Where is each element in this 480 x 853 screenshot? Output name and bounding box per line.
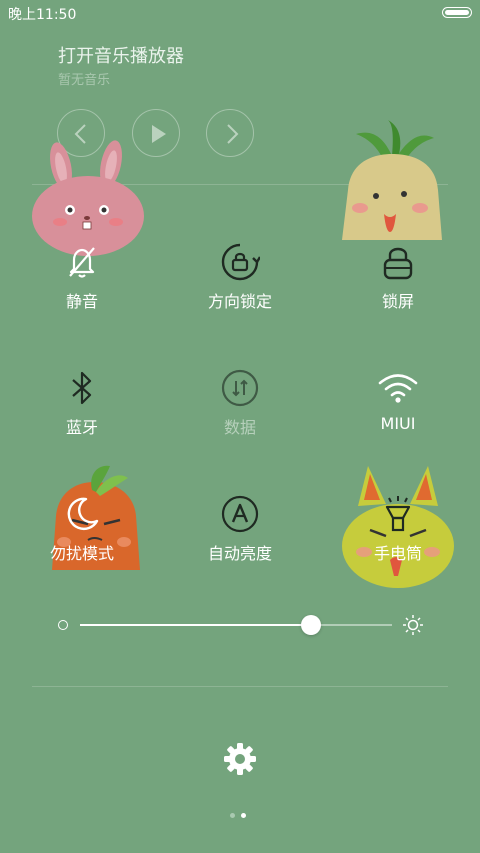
tile-label: 勿扰模式 xyxy=(49,544,114,563)
page-dot xyxy=(230,813,235,818)
tile-label: 手电筒 xyxy=(373,544,422,563)
brightness-low-icon xyxy=(58,620,68,630)
brightness-track[interactable] xyxy=(80,615,392,635)
divider xyxy=(32,686,448,687)
tile-label: 锁屏 xyxy=(381,292,414,311)
page-indicator xyxy=(230,812,250,820)
wifi-icon xyxy=(378,368,418,408)
chevron-right-icon xyxy=(227,124,239,144)
music-status: 暂无音乐 xyxy=(58,73,111,88)
tile-label: 自动亮度 xyxy=(207,544,272,563)
bluetooth-icon xyxy=(62,368,102,408)
tile-auto-brightness[interactable]: 自动亮度 xyxy=(160,494,320,566)
tile-wifi[interactable]: MIUI xyxy=(318,368,478,440)
auto-brightness-icon xyxy=(220,494,260,534)
brightness-fill xyxy=(80,624,311,626)
brightness-slider[interactable] xyxy=(0,608,480,642)
pineapple-sticker xyxy=(334,120,452,246)
bunny-sticker xyxy=(28,136,148,258)
tile-label: 蓝牙 xyxy=(65,418,98,437)
data-arrows-icon xyxy=(220,368,260,408)
tile-label: 数据 xyxy=(223,418,256,437)
tile-rotation-lock[interactable]: 方向锁定 xyxy=(160,242,320,314)
status-bar: 晚上11:50 xyxy=(0,0,480,26)
rotation-lock-icon xyxy=(220,242,260,282)
tile-bluetooth[interactable]: 蓝牙 xyxy=(2,368,162,440)
tile-data[interactable]: 数据 xyxy=(160,368,320,440)
music-player-title[interactable]: 打开音乐播放器 xyxy=(58,42,184,68)
battery-icon xyxy=(442,7,472,18)
moon-icon xyxy=(62,494,102,534)
tile-dnd[interactable]: 勿扰模式 xyxy=(2,494,162,566)
tile-mute[interactable]: 静音 xyxy=(2,242,162,314)
status-time: 晚上11:50 xyxy=(8,7,77,23)
tile-label: 静音 xyxy=(65,292,98,311)
bell-off-icon xyxy=(62,242,102,282)
battery-fill xyxy=(445,10,469,15)
flashlight-icon xyxy=(378,494,418,534)
next-track-button[interactable] xyxy=(206,109,254,157)
tile-label: 方向锁定 xyxy=(207,292,272,311)
tile-flashlight[interactable]: 手电筒 xyxy=(318,494,478,566)
lock-icon xyxy=(378,242,418,282)
tile-lock-screen[interactable]: 锁屏 xyxy=(318,242,478,314)
sun-icon xyxy=(403,615,423,635)
page-dot-active xyxy=(241,813,246,818)
settings-button[interactable] xyxy=(223,742,257,776)
tile-label: MIUI xyxy=(380,414,416,433)
brightness-thumb[interactable] xyxy=(300,615,321,635)
